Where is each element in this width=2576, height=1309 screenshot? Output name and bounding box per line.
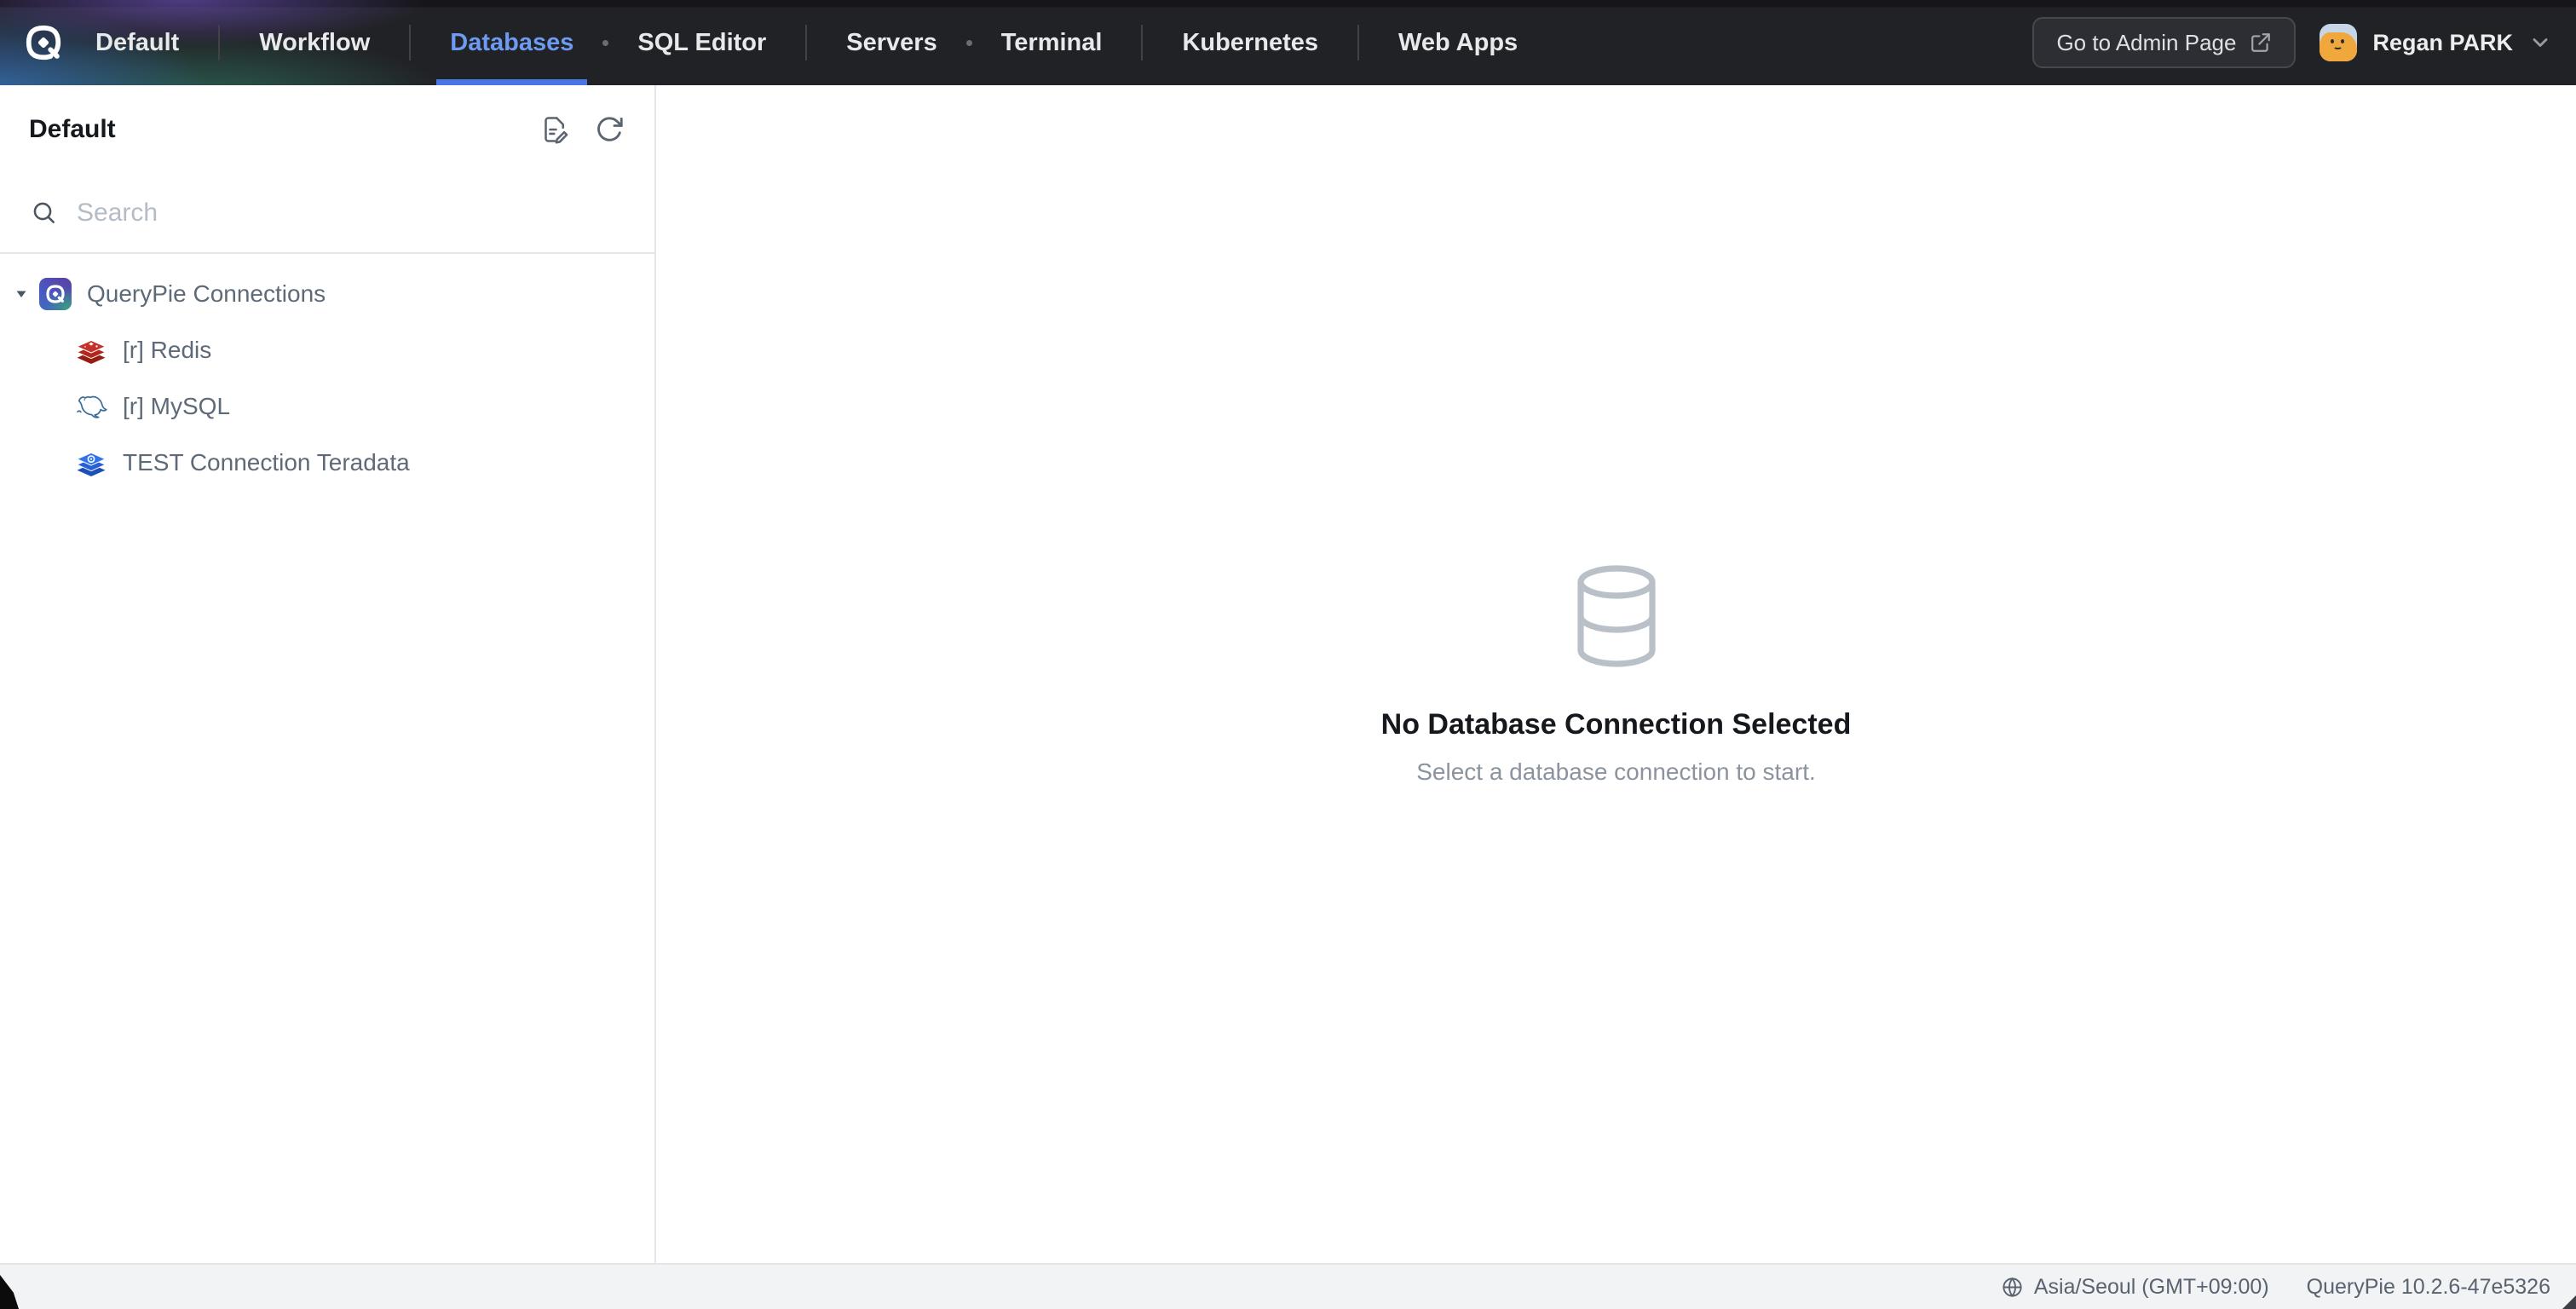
connections-tree: QueryPie Connections [r] Redis bbox=[0, 254, 654, 491]
querypie-mark bbox=[24, 23, 63, 62]
status-bar: Asia/Seoul (GMT+09:00) QueryPie 10.2.6-4… bbox=[0, 1263, 2576, 1309]
teradata-icon bbox=[75, 447, 107, 479]
timezone-label: Asia/Seoul (GMT+09:00) bbox=[2034, 1275, 2269, 1300]
tree-node-teradata[interactable]: TEST Connection Teradata bbox=[0, 435, 654, 491]
tab-databases[interactable]: Databases bbox=[436, 0, 587, 85]
timezone-indicator: Asia/Seoul (GMT+09:00) bbox=[2001, 1275, 2269, 1300]
redis-icon bbox=[75, 334, 107, 366]
tree-node-redis[interactable]: [r] Redis bbox=[0, 322, 654, 378]
empty-state-title: No Database Connection Selected bbox=[1381, 708, 1852, 741]
nav-right-cluster: Go to Admin Page Regan PARK bbox=[2032, 17, 2576, 68]
new-query-button[interactable] bbox=[539, 113, 571, 146]
nav-separator bbox=[1357, 25, 1359, 61]
empty-state: No Database Connection Selected Select a… bbox=[1381, 563, 1852, 786]
tree-node-mysql[interactable]: [r] MySQL bbox=[0, 378, 654, 435]
user-name: Regan PARK bbox=[2372, 30, 2513, 56]
sidebar-search bbox=[0, 174, 654, 254]
go-to-admin-page-button[interactable]: Go to Admin Page bbox=[2032, 17, 2296, 68]
tab-kubernetes[interactable]: Kubernetes bbox=[1168, 0, 1332, 85]
tree-node-label: QueryPie Connections bbox=[87, 280, 326, 308]
tab-sql-editor[interactable]: SQL Editor bbox=[624, 0, 780, 85]
sidebar-header: Default bbox=[0, 85, 654, 174]
chevron-down-icon bbox=[2528, 31, 2552, 55]
nav-separator bbox=[1141, 25, 1143, 61]
workspace-name[interactable]: Default bbox=[82, 29, 193, 57]
nav-separator bbox=[409, 25, 411, 61]
tree-node-label: [r] Redis bbox=[123, 337, 211, 364]
querypie-gradient-icon bbox=[39, 278, 72, 310]
main-content: No Database Connection Selected Select a… bbox=[656, 85, 2576, 1263]
tree-node-label: [r] MySQL bbox=[123, 393, 230, 420]
user-avatar bbox=[2320, 24, 2357, 61]
external-link-icon bbox=[2250, 32, 2272, 54]
sidebar-title: Default bbox=[29, 115, 116, 144]
user-menu[interactable]: Regan PARK bbox=[2320, 24, 2552, 61]
compose-document-icon bbox=[539, 114, 570, 145]
top-nav: Default Workflow Databases SQL Editor Se… bbox=[0, 0, 2576, 85]
nav-separator bbox=[218, 25, 220, 61]
globe-icon bbox=[2001, 1276, 2024, 1299]
tab-workflow[interactable]: Workflow bbox=[245, 0, 383, 85]
database-cylinder-icon bbox=[1569, 563, 1664, 669]
refresh-icon bbox=[594, 114, 625, 145]
nav-separator bbox=[805, 25, 807, 61]
tree-node-querypie-connections[interactable]: QueryPie Connections bbox=[0, 266, 654, 322]
search-input[interactable] bbox=[77, 199, 624, 228]
querypie-logo-icon[interactable] bbox=[24, 23, 63, 62]
magnifier-icon bbox=[31, 199, 58, 227]
nav-dot bbox=[966, 40, 972, 46]
tab-web-apps[interactable]: Web Apps bbox=[1385, 0, 1531, 85]
nav-dot bbox=[602, 40, 608, 46]
version-label: QueryPie 10.2.6-47e5326 bbox=[2307, 1275, 2550, 1300]
go-to-admin-page-label: Go to Admin Page bbox=[2056, 30, 2236, 56]
tab-servers[interactable]: Servers bbox=[833, 0, 950, 85]
mysql-dolphin-icon bbox=[75, 390, 107, 423]
caret-down-icon[interactable] bbox=[14, 288, 29, 300]
tab-terminal[interactable]: Terminal bbox=[988, 0, 1116, 85]
tree-node-label: TEST Connection Teradata bbox=[123, 449, 410, 476]
connections-sidebar: Default bbox=[0, 85, 656, 1263]
refresh-button[interactable] bbox=[593, 113, 625, 146]
empty-state-subtitle: Select a database connection to start. bbox=[1416, 758, 1816, 786]
